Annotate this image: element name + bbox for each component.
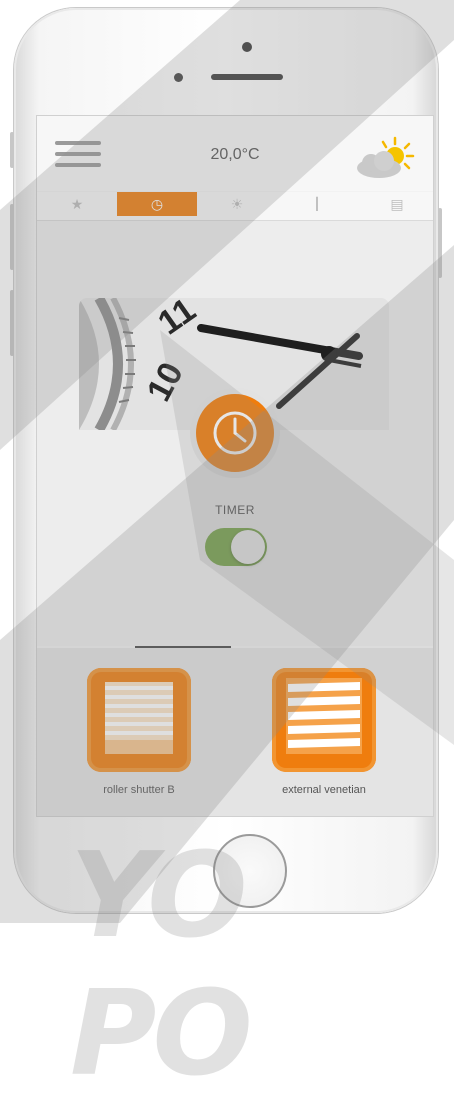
device-tray: roller shutter B external venetian	[37, 648, 433, 816]
roller-shutter-icon	[87, 668, 191, 772]
app-screen: 20,0°C ★ ◷ ☀ ┃ ▤ 11 10 TIMER roller shut…	[36, 115, 434, 817]
category-tabs: ★ ◷ ☀ ┃ ▤	[37, 192, 433, 221]
shutter-icon: ▤	[390, 195, 404, 212]
front-camera	[242, 42, 252, 52]
tab-temperature[interactable]: ┃	[277, 192, 357, 216]
device-label: roller shutter B	[103, 784, 175, 796]
tab-timer[interactable]: ◷	[117, 192, 197, 216]
timer-badge	[190, 388, 280, 478]
timer-label: TIMER	[215, 503, 255, 517]
sun-icon: ☀	[230, 195, 244, 212]
venetian-blind-icon	[272, 668, 376, 772]
sun-behind-cloud-icon	[357, 136, 415, 178]
toggle-knob	[231, 530, 265, 564]
device-external-venetian[interactable]: external venetian	[269, 668, 379, 796]
power-button	[438, 208, 442, 278]
top-bar: 20,0°C	[37, 116, 433, 191]
device-label: external venetian	[282, 784, 366, 796]
proximity-sensor	[174, 73, 183, 82]
volume-down-button	[10, 290, 14, 356]
tab-favorites[interactable]: ★	[37, 192, 117, 216]
device-roller-shutter-b[interactable]: roller shutter B	[84, 668, 194, 796]
timer-toggle[interactable]	[205, 528, 267, 566]
clock-icon: ◷	[150, 195, 164, 212]
tab-shutters[interactable]: ▤	[357, 192, 433, 216]
star-icon: ★	[70, 195, 84, 212]
tab-sun[interactable]: ☀	[197, 192, 277, 216]
clock-icon	[213, 411, 257, 455]
volume-up-button	[10, 204, 14, 270]
watermark-text: YO PO	[70, 826, 253, 1102]
mute-switch	[10, 132, 14, 168]
earpiece-speaker	[211, 74, 283, 80]
thermometer-icon: ┃	[313, 197, 321, 211]
